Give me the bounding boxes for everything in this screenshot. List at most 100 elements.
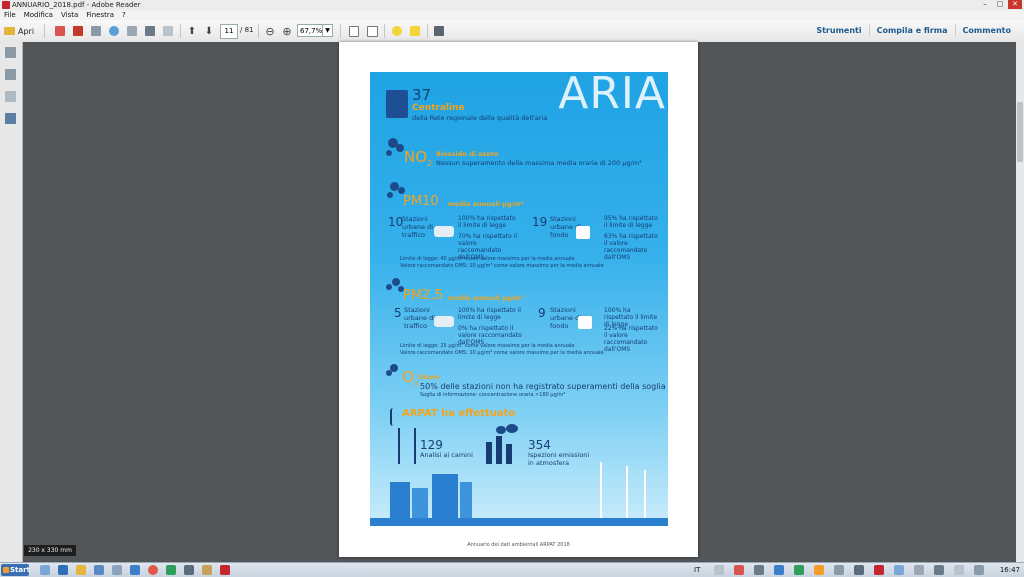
bookmarks-icon[interactable] bbox=[5, 69, 16, 80]
fit-width-icon bbox=[366, 25, 378, 37]
expand-button[interactable] bbox=[431, 23, 447, 39]
browser-icon[interactable] bbox=[58, 565, 68, 575]
start-button[interactable]: Start bbox=[1, 564, 30, 576]
stations-count: 37 bbox=[412, 86, 432, 104]
stations-subtitle: della Rete regionale della qualità dell'… bbox=[412, 114, 548, 122]
menu-file[interactable]: File bbox=[0, 10, 20, 20]
adobe-reader-taskbar-icon[interactable] bbox=[220, 565, 230, 575]
volume-icon[interactable] bbox=[914, 565, 924, 575]
page-thumbnails-icon[interactable] bbox=[5, 47, 16, 58]
people-icon bbox=[576, 226, 590, 239]
plus-icon: ⊕ bbox=[282, 24, 292, 38]
tray-icon[interactable] bbox=[834, 565, 844, 575]
molecule-icon bbox=[387, 192, 393, 198]
o3-note: Soglia di informazione: concentrazione o… bbox=[420, 392, 566, 398]
scrollbar-thumb[interactable] bbox=[1017, 102, 1023, 162]
language-indicator[interactable]: IT bbox=[694, 564, 700, 576]
minus-icon: ⊖ bbox=[265, 24, 275, 38]
page-footer: Annuario dei dati ambientali ARPAT 2018 bbox=[467, 542, 570, 548]
open-button[interactable]: Apri bbox=[4, 23, 34, 39]
tray-icon[interactable] bbox=[854, 565, 864, 575]
create-pdf-button[interactable] bbox=[52, 23, 68, 39]
o3-name: Ozono bbox=[418, 374, 440, 381]
create-pdf-icon bbox=[55, 26, 65, 36]
close-button[interactable]: ✕ bbox=[1008, 0, 1022, 9]
car-icon bbox=[434, 316, 454, 327]
menu-modifica[interactable]: Modifica bbox=[20, 10, 57, 20]
tray-icon[interactable] bbox=[954, 565, 964, 575]
app-icon[interactable] bbox=[94, 565, 104, 575]
comment-link[interactable]: Commento bbox=[954, 24, 1018, 37]
tray-icon[interactable] bbox=[714, 565, 724, 575]
chrome-icon[interactable] bbox=[148, 565, 158, 575]
save-icon bbox=[127, 26, 137, 36]
export-pdf-icon bbox=[73, 26, 83, 36]
export-pdf-button[interactable] bbox=[70, 23, 86, 39]
navigation-panel bbox=[0, 42, 23, 562]
highlight-icon bbox=[410, 26, 420, 36]
minimize-button[interactable]: – bbox=[978, 0, 992, 9]
car-icon bbox=[434, 226, 454, 237]
app-icon[interactable] bbox=[202, 565, 212, 575]
tray-icon[interactable] bbox=[774, 565, 784, 575]
pm10-background-legal: 95% ha rispettato il limite di legge bbox=[604, 215, 658, 229]
edit-button[interactable] bbox=[88, 23, 104, 39]
toolbar-separator bbox=[427, 24, 428, 38]
fill-sign-link[interactable]: Compila e firma bbox=[868, 24, 955, 37]
menu-finestra[interactable]: Finestra bbox=[82, 10, 118, 20]
arrow-up-icon: ⬆ bbox=[187, 25, 197, 37]
tray-icon[interactable] bbox=[874, 565, 884, 575]
arrow-down-icon: ⬇ bbox=[204, 25, 214, 37]
tray-icon[interactable] bbox=[794, 565, 804, 575]
fit-width-button[interactable] bbox=[364, 23, 380, 39]
pm10-note-legal: Limite di legge: 40 µg/m³ come valore ma… bbox=[400, 256, 575, 262]
pm10-traffic-count: 10 bbox=[388, 215, 404, 229]
network-icon[interactable] bbox=[894, 565, 904, 575]
o3-text: 50% delle stazioni non ha registrato sup… bbox=[420, 382, 668, 391]
tray-icon[interactable] bbox=[974, 565, 984, 575]
arpat-title: ARPAT ha effettuato bbox=[402, 408, 516, 419]
maximize-button[interactable]: □ bbox=[993, 0, 1007, 9]
clock[interactable]: 16:47 bbox=[1000, 564, 1020, 576]
folder-icon[interactable] bbox=[76, 565, 86, 575]
tray-icon[interactable] bbox=[934, 565, 944, 575]
layers-icon[interactable] bbox=[5, 113, 16, 124]
tray-icon[interactable] bbox=[734, 565, 744, 575]
folder-icon bbox=[4, 27, 15, 35]
prev-page-button[interactable]: ⬆ bbox=[184, 23, 200, 39]
app-icon[interactable] bbox=[166, 565, 176, 575]
app-icon[interactable] bbox=[184, 565, 194, 575]
tray-icon[interactable] bbox=[814, 565, 824, 575]
desktop-icon[interactable] bbox=[40, 565, 50, 575]
vertical-scrollbar[interactable] bbox=[1016, 42, 1024, 562]
chevron-down-icon: ▼ bbox=[322, 25, 332, 36]
save-button[interactable] bbox=[124, 23, 140, 39]
app-icon[interactable] bbox=[112, 565, 122, 575]
molecule-icon bbox=[386, 150, 392, 156]
zoom-in-button[interactable]: ⊕ bbox=[279, 23, 295, 39]
print-button[interactable] bbox=[142, 23, 158, 39]
app-icon[interactable] bbox=[130, 565, 140, 575]
pm10-background-label: Stazioni urbane di fondo bbox=[550, 215, 582, 239]
email-button[interactable] bbox=[160, 23, 176, 39]
next-page-button[interactable]: ⬇ bbox=[201, 23, 217, 39]
menu-help[interactable]: ? bbox=[118, 10, 130, 20]
molecule-icon bbox=[386, 370, 392, 376]
zoom-select[interactable]: 67,7% ▼ bbox=[297, 24, 333, 37]
highlight-button[interactable] bbox=[407, 23, 423, 39]
taskbar: Start IT 16:47 bbox=[0, 562, 1024, 577]
page-number-input[interactable]: 11 bbox=[220, 24, 238, 39]
comment-button[interactable] bbox=[389, 23, 405, 39]
menu-vista[interactable]: Vista bbox=[57, 10, 82, 20]
page-total: / 81 bbox=[240, 26, 254, 34]
signature-icon[interactable] bbox=[5, 91, 16, 102]
analyses-count: 129 bbox=[420, 438, 443, 452]
fit-page-button[interactable] bbox=[346, 23, 362, 39]
tray-icon[interactable] bbox=[754, 565, 764, 575]
zoom-out-button[interactable]: ⊖ bbox=[262, 23, 278, 39]
pm25-background-oms: 22% ha rispettato il valore raccomandato… bbox=[604, 325, 658, 353]
tools-link[interactable]: Strumenti bbox=[809, 24, 868, 37]
toolbar-separator bbox=[258, 24, 259, 38]
no2-text: Nessun superamento della massima media o… bbox=[436, 159, 642, 167]
cloud-button[interactable] bbox=[106, 23, 122, 39]
